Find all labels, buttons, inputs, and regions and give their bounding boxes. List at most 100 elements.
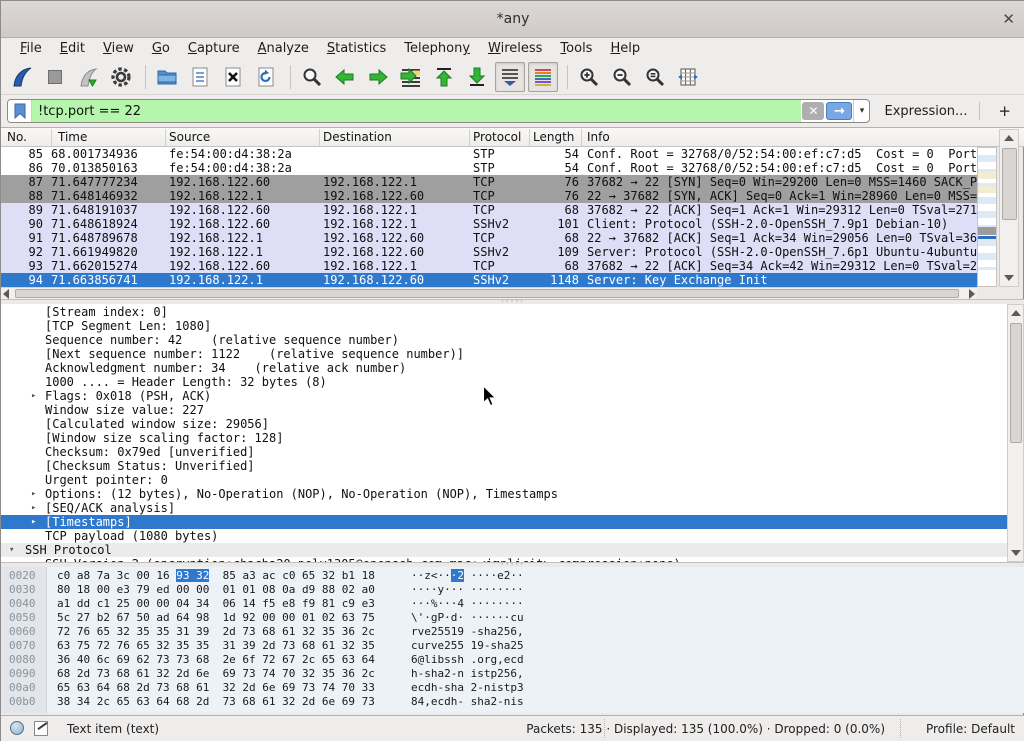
filter-expression-value[interactable]: !tcp.port == 22 bbox=[32, 100, 801, 122]
scroll-left-icon[interactable] bbox=[3, 289, 9, 299]
zoom-out-icon[interactable] bbox=[607, 62, 637, 92]
detail-line[interactable]: ▸Flags: 0x018 (PSH, ACK) bbox=[1, 389, 1007, 403]
collapsed-icon[interactable]: ▸ bbox=[31, 501, 36, 515]
packet-row[interactable]: 8771.647777234192.168.122.60192.168.122.… bbox=[1, 175, 977, 189]
packet-row[interactable]: 8568.001734936fe:54:00:d4:38:2aSTP54Conf… bbox=[1, 147, 977, 161]
expert-info-icon[interactable] bbox=[10, 721, 24, 735]
go-last-icon[interactable] bbox=[462, 62, 492, 92]
col-source[interactable]: Source bbox=[169, 130, 210, 144]
detail-line[interactable]: TCP payload (1080 bytes) bbox=[1, 529, 1007, 543]
add-filter-button[interactable]: + bbox=[990, 102, 1019, 120]
detail-line[interactable]: [Window size scaling factor: 128] bbox=[1, 431, 1007, 445]
hex-row[interactable]: 007063 75 72 76 65 32 35 35 31 39 2d 73 … bbox=[1, 639, 1024, 653]
restart-capture-icon[interactable] bbox=[73, 62, 103, 92]
menu-view[interactable]: View bbox=[94, 39, 143, 58]
open-file-icon[interactable] bbox=[152, 62, 182, 92]
expanded-icon[interactable]: ▾ bbox=[9, 543, 14, 557]
reload-file-icon[interactable] bbox=[251, 62, 281, 92]
hex-row[interactable]: 009068 2d 73 68 61 32 2d 6e 69 73 74 70 … bbox=[1, 667, 1024, 681]
hex-row[interactable]: 00505c 27 b2 67 50 ad 64 98 1d 92 00 00 … bbox=[1, 611, 1024, 625]
save-file-icon[interactable] bbox=[185, 62, 215, 92]
packet-list-hscrollbar[interactable] bbox=[1, 287, 977, 299]
collapsed-icon[interactable]: ▸ bbox=[31, 515, 36, 529]
detail-line[interactable]: [Calculated window size: 29056] bbox=[1, 417, 1007, 431]
menu-wireless[interactable]: Wireless bbox=[479, 39, 551, 58]
scroll-up-icon[interactable] bbox=[1008, 305, 1023, 321]
detail-line[interactable]: ▸[SEQ/ACK analysis] bbox=[1, 501, 1007, 515]
collapsed-icon[interactable]: ▸ bbox=[31, 487, 36, 501]
detail-line[interactable]: [Next sequence number: 1122 (relative se… bbox=[1, 347, 1007, 361]
hex-row[interactable]: 00a065 63 64 68 2d 73 68 61 32 2d 6e 69 … bbox=[1, 681, 1024, 695]
go-forward-icon[interactable] bbox=[363, 62, 393, 92]
detail-line[interactable]: [Stream index: 0] bbox=[1, 305, 1007, 319]
menu-capture[interactable]: Capture bbox=[179, 39, 249, 58]
col-protocol[interactable]: Protocol bbox=[473, 130, 521, 144]
colorize-icon[interactable] bbox=[528, 62, 558, 92]
auto-scroll-icon[interactable] bbox=[495, 62, 525, 92]
collapsed-icon[interactable]: ▸ bbox=[31, 389, 36, 403]
filter-apply-icon[interactable]: → bbox=[826, 102, 852, 120]
packet-list-vscrollbar[interactable] bbox=[999, 129, 1019, 287]
menu-telephony[interactable]: Telephony bbox=[395, 39, 479, 58]
zoom-in-icon[interactable] bbox=[574, 62, 604, 92]
packet-row[interactable]: 9071.648618924192.168.122.60192.168.122.… bbox=[1, 217, 977, 231]
capture-comment-icon[interactable] bbox=[34, 721, 48, 736]
stop-capture-icon[interactable] bbox=[40, 62, 70, 92]
menu-analyze[interactable]: Analyze bbox=[249, 39, 318, 58]
display-filter-input[interactable]: !tcp.port == 22 ✕ → ▾ bbox=[7, 99, 870, 123]
close-file-icon[interactable] bbox=[218, 62, 248, 92]
detail-line[interactable]: ▾SSH Protocol bbox=[1, 543, 1007, 557]
hex-row[interactable]: 003080 18 00 e3 79 ed 00 00 01 01 08 0a … bbox=[1, 583, 1024, 597]
packet-row[interactable]: 8670.013850163fe:54:00:d4:38:2aSTP54Conf… bbox=[1, 161, 977, 175]
hex-row[interactable]: 006072 76 65 32 35 35 31 39 2d 73 68 61 … bbox=[1, 625, 1024, 639]
menu-statistics[interactable]: Statistics bbox=[318, 39, 395, 58]
hex-row[interactable]: 00b038 34 2c 65 63 64 68 2d 73 68 61 32 … bbox=[1, 695, 1024, 709]
hex-row[interactable]: 0040a1 dd c1 25 00 00 04 34 06 14 f5 e8 … bbox=[1, 597, 1024, 611]
detail-line[interactable]: ▸[Timestamps] bbox=[1, 515, 1007, 529]
menu-tools[interactable]: Tools bbox=[551, 39, 601, 58]
detail-line[interactable]: [Checksum Status: Unverified] bbox=[1, 459, 1007, 473]
col-length[interactable]: Length bbox=[533, 130, 577, 144]
hex-row[interactable]: 008036 40 6c 69 62 73 73 68 2e 6f 72 67 … bbox=[1, 653, 1024, 667]
menu-help[interactable]: Help bbox=[601, 39, 649, 58]
filter-clear-icon[interactable]: ✕ bbox=[802, 102, 824, 120]
col-time[interactable]: Time bbox=[58, 130, 87, 144]
packet-row[interactable]: 8971.648191037192.168.122.60192.168.122.… bbox=[1, 203, 977, 217]
detail-line[interactable]: Window size value: 227 bbox=[1, 403, 1007, 417]
scroll-up-icon[interactable] bbox=[1000, 130, 1018, 146]
detail-line[interactable]: Acknowledgment number: 34 (relative ack … bbox=[1, 361, 1007, 375]
packet-row[interactable]: 9471.663856741192.168.122.1192.168.122.6… bbox=[1, 273, 977, 287]
go-to-packet-icon[interactable] bbox=[396, 62, 426, 92]
menu-edit[interactable]: Edit bbox=[51, 39, 94, 58]
menu-file[interactable]: File bbox=[11, 39, 51, 58]
scrollbar-slider[interactable] bbox=[1010, 323, 1022, 443]
scroll-down-icon[interactable] bbox=[1000, 270, 1018, 286]
detail-line[interactable]: Sequence number: 42 (relative sequence n… bbox=[1, 333, 1007, 347]
col-info[interactable]: Info bbox=[587, 130, 610, 144]
scrollbar-slider[interactable] bbox=[15, 289, 959, 298]
capture-options-icon[interactable] bbox=[106, 62, 136, 92]
detail-line[interactable]: Urgent pointer: 0 bbox=[1, 473, 1007, 487]
resize-columns-icon[interactable] bbox=[673, 62, 703, 92]
go-back-icon[interactable] bbox=[330, 62, 360, 92]
intelligent-scrollbar-minimap[interactable] bbox=[977, 147, 997, 287]
close-icon[interactable]: ✕ bbox=[1002, 10, 1015, 28]
packet-row[interactable]: 9371.662015274192.168.122.60192.168.122.… bbox=[1, 259, 977, 273]
filter-bookmark-icon[interactable] bbox=[8, 100, 32, 122]
find-packet-icon[interactable] bbox=[297, 62, 327, 92]
go-first-icon[interactable] bbox=[429, 62, 459, 92]
detail-line[interactable]: [TCP Segment Len: 1080] bbox=[1, 319, 1007, 333]
zoom-original-icon[interactable] bbox=[640, 62, 670, 92]
hex-row[interactable]: 0020c0 a8 7a 3c 00 16 93 32 85 a3 ac c0 … bbox=[1, 569, 1024, 583]
col-destination[interactable]: Destination bbox=[323, 130, 392, 144]
start-capture-icon[interactable] bbox=[7, 62, 37, 92]
menu-go[interactable]: Go bbox=[143, 39, 179, 58]
details-vscrollbar[interactable] bbox=[1007, 304, 1024, 562]
expression-button[interactable]: Expression... bbox=[884, 104, 967, 119]
detail-line[interactable]: Checksum: 0x79ed [unverified] bbox=[1, 445, 1007, 459]
col-no[interactable]: No. bbox=[7, 130, 27, 144]
filter-dropdown-icon[interactable]: ▾ bbox=[853, 100, 869, 122]
scroll-right-icon[interactable] bbox=[969, 289, 975, 299]
detail-line[interactable]: 1000 .... = Header Length: 32 bytes (8) bbox=[1, 375, 1007, 389]
packet-row[interactable]: 8871.648146932192.168.122.1192.168.122.6… bbox=[1, 189, 977, 203]
